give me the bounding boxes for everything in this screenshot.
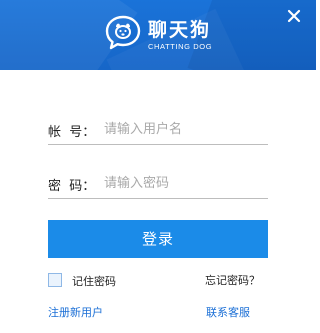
account-field-row: 帐 号： [48, 118, 268, 145]
brand-name: 聊天狗 [148, 19, 212, 41]
app-logo: 聊天狗 CHATTING DOG [104, 14, 244, 56]
brand-subtitle: CHATTING DOG [148, 42, 213, 51]
login-window: 聊天狗 CHATTING DOG 帐 号： 密 码： 登录 记住密码 忘记密码？… [0, 0, 316, 333]
contact-service-link[interactable]: 联系客服 [206, 304, 250, 320]
chat-bubble-dog-icon [104, 14, 142, 52]
remember-label: 记住密码 [72, 275, 116, 288]
password-label: 密 码： [48, 179, 96, 194]
close-icon[interactable] [286, 8, 302, 24]
header-banner: 聊天狗 CHATTING DOG [0, 0, 316, 70]
register-link[interactable]: 注册新用户 [48, 304, 103, 320]
remember-checkbox[interactable] [48, 273, 62, 287]
login-button[interactable]: 登录 [48, 220, 268, 258]
forgot-password-link[interactable]: 忘记密码？ [205, 272, 260, 288]
account-input[interactable] [104, 118, 264, 140]
password-field-row: 密 码： [48, 172, 268, 199]
password-input[interactable] [104, 172, 264, 194]
account-label: 帐 号： [48, 125, 96, 140]
